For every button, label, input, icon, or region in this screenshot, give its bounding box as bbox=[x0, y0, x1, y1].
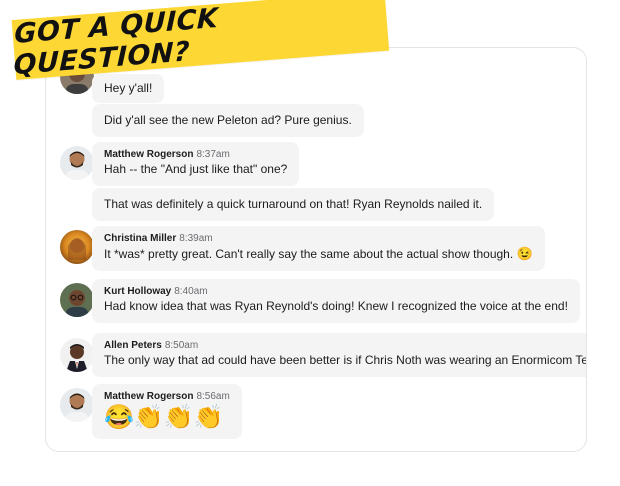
message-text: Hey y'all! bbox=[104, 81, 153, 95]
wink-emoji-icon: 😉 bbox=[516, 246, 533, 261]
avatar[interactable] bbox=[60, 388, 94, 422]
sender-name[interactable]: Christina Miller bbox=[104, 233, 176, 244]
avatar-christina-icon bbox=[60, 230, 94, 264]
message-bubble: Did y'all see the new Peleton ad? Pure g… bbox=[92, 104, 364, 137]
message-time: 8:40am bbox=[174, 286, 208, 297]
message-bubble: That was definitely a quick turnaround o… bbox=[92, 188, 495, 221]
sender-name[interactable]: Kurt Holloway bbox=[104, 286, 171, 297]
message-bubble: Kurt Holloway 8:40am Had know idea that w… bbox=[92, 279, 580, 323]
message-bubble: Matthew Rogerson 8:37am Hah -- the "And j… bbox=[92, 142, 300, 186]
message-time: 8:50am bbox=[164, 340, 199, 351]
message-bubble: Hey y'all! bbox=[92, 74, 165, 103]
emoji-reaction-row: 😂👏👏👏 bbox=[104, 404, 224, 431]
message-text: It *was* pretty great. Can't really say … bbox=[104, 247, 514, 261]
avatar[interactable] bbox=[60, 283, 94, 317]
avatar[interactable] bbox=[60, 230, 94, 264]
sender-name[interactable]: Matthew Rogerson bbox=[104, 149, 193, 160]
avatar[interactable] bbox=[60, 146, 94, 180]
avatar-kurt-icon bbox=[60, 283, 94, 317]
message-time: 8:37am bbox=[196, 149, 230, 160]
message-text: Hah -- the "And just like that" one? bbox=[104, 162, 288, 176]
message-text: Did y'all see the new Peleton ad? Pure g… bbox=[104, 113, 352, 127]
avatar-allen-icon bbox=[60, 338, 94, 372]
message-bubble: Matthew Rogerson 8:56am 😂👏👏👏 bbox=[92, 384, 242, 439]
sender-name[interactable]: Matthew Rogerson bbox=[104, 391, 193, 402]
message-bubble: Christina Miller 8:39am It *was* pretty g… bbox=[92, 226, 545, 271]
message-text: Had know idea that was Ryan Reynold's do… bbox=[104, 299, 568, 313]
chat-card: Hey y'all! Did y'all see the new Peleton… bbox=[45, 47, 587, 452]
message-time: 8:39am bbox=[179, 233, 213, 244]
avatar[interactable] bbox=[60, 338, 94, 372]
avatar-matthew-icon bbox=[60, 146, 94, 180]
message-bubble: Allen Peters 8:50am The only way that ad … bbox=[92, 333, 587, 377]
sender-name[interactable]: Allen Peters bbox=[104, 340, 162, 351]
message-text: The only way that ad could have been bet… bbox=[104, 353, 587, 367]
message-text: That was definitely a quick turnaround o… bbox=[104, 197, 483, 211]
message-time: 8:56am bbox=[196, 391, 230, 402]
avatar-matthew-icon bbox=[60, 388, 94, 422]
